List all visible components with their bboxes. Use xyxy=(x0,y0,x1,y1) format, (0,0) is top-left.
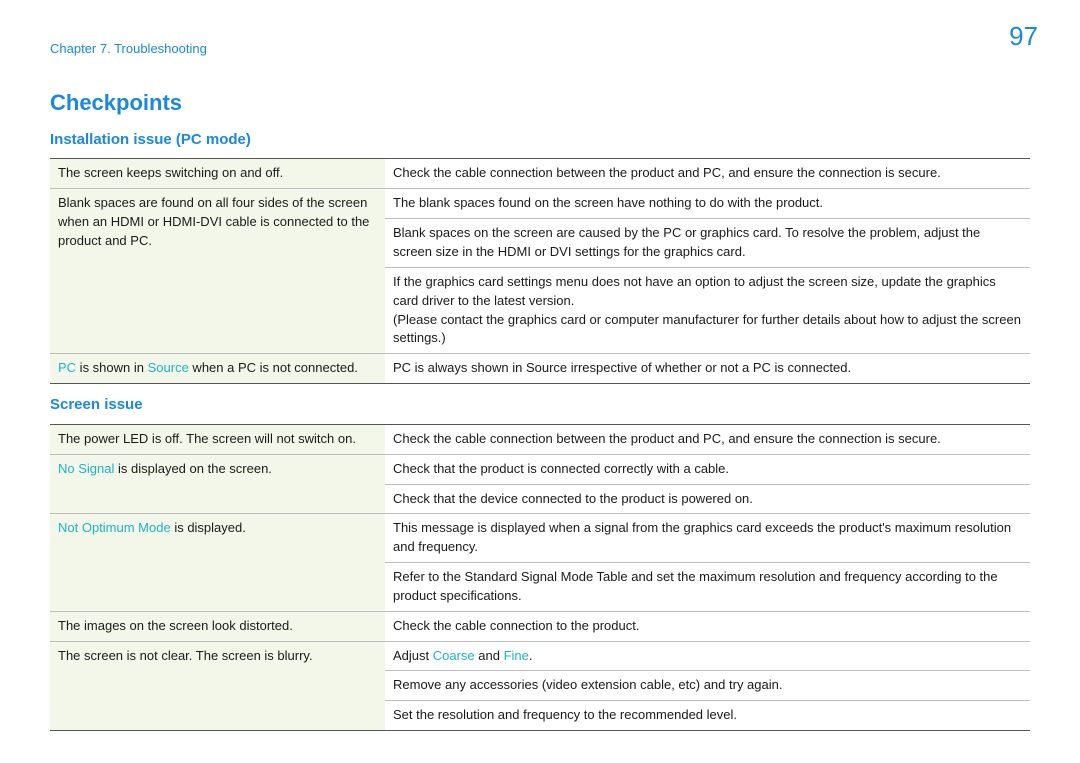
solution-cell: Check that the product is connected corr… xyxy=(385,454,1030,484)
symptom-cell: Blank spaces are found on all four sides… xyxy=(50,189,385,354)
solution-cell: This message is displayed when a signal … xyxy=(385,514,1030,563)
solution-cell: Blank spaces on the screen are caused by… xyxy=(385,219,1030,268)
page: Chapter 7. Troubleshooting 97 Checkpoint… xyxy=(0,0,1080,763)
solution-cell: Check the cable connection between the p… xyxy=(385,424,1030,454)
table-row: The images on the screen look distorted.… xyxy=(50,611,1030,641)
solution-cell: Check the cable connection to the produc… xyxy=(385,611,1030,641)
solution-cell: The blank spaces found on the screen hav… xyxy=(385,189,1030,219)
page-number: 97 xyxy=(1009,18,1038,56)
table-row: PC is shown in Source when a PC is not c… xyxy=(50,354,1030,384)
table-row: The power LED is off. The screen will no… xyxy=(50,424,1030,454)
solution-cell: Check the cable connection between the p… xyxy=(385,159,1030,189)
solution-cell: Refer to the Standard Signal Mode Table … xyxy=(385,563,1030,612)
table-row: The screen keeps switching on and off.Ch… xyxy=(50,159,1030,189)
symptom-cell: Not Optimum Mode is displayed. xyxy=(50,514,385,611)
table-row: Blank spaces are found on all four sides… xyxy=(50,189,1030,219)
solution-cell: Set the resolution and frequency to the … xyxy=(385,701,1030,731)
chapter-label: Chapter 7. Troubleshooting xyxy=(50,40,1030,59)
sections-container: Installation issue (PC mode) The screen k… xyxy=(50,129,1030,731)
symptom-cell: The images on the screen look distorted. xyxy=(50,611,385,641)
solution-cell: Check that the device connected to the p… xyxy=(385,484,1030,514)
solution-cell: Adjust Coarse and Fine. xyxy=(385,641,1030,671)
solution-cell: Remove any accessories (video extension … xyxy=(385,671,1030,701)
symptom-cell: No Signal is displayed on the screen. xyxy=(50,454,385,514)
table-row: The screen is not clear. The screen is b… xyxy=(50,641,1030,671)
troubleshooting-table: The power LED is off. The screen will no… xyxy=(50,424,1030,731)
troubleshooting-table: The screen keeps switching on and off.Ch… xyxy=(50,158,1030,384)
solution-cell: If the graphics card settings menu does … xyxy=(385,267,1030,353)
solution-cell: PC is always shown in Source irrespectiv… xyxy=(385,354,1030,384)
symptom-cell: PC is shown in Source when a PC is not c… xyxy=(50,354,385,384)
symptom-cell: The power LED is off. The screen will no… xyxy=(50,424,385,454)
section-heading: Installation issue (PC mode) xyxy=(50,129,1030,151)
table-row: Not Optimum Mode is displayed.This messa… xyxy=(50,514,1030,563)
symptom-cell: The screen is not clear. The screen is b… xyxy=(50,641,385,731)
section-heading: Screen issue xyxy=(50,394,1030,416)
table-row: No Signal is displayed on the screen.Che… xyxy=(50,454,1030,484)
page-title: Checkpoints xyxy=(50,87,1030,119)
symptom-cell: The screen keeps switching on and off. xyxy=(50,159,385,189)
